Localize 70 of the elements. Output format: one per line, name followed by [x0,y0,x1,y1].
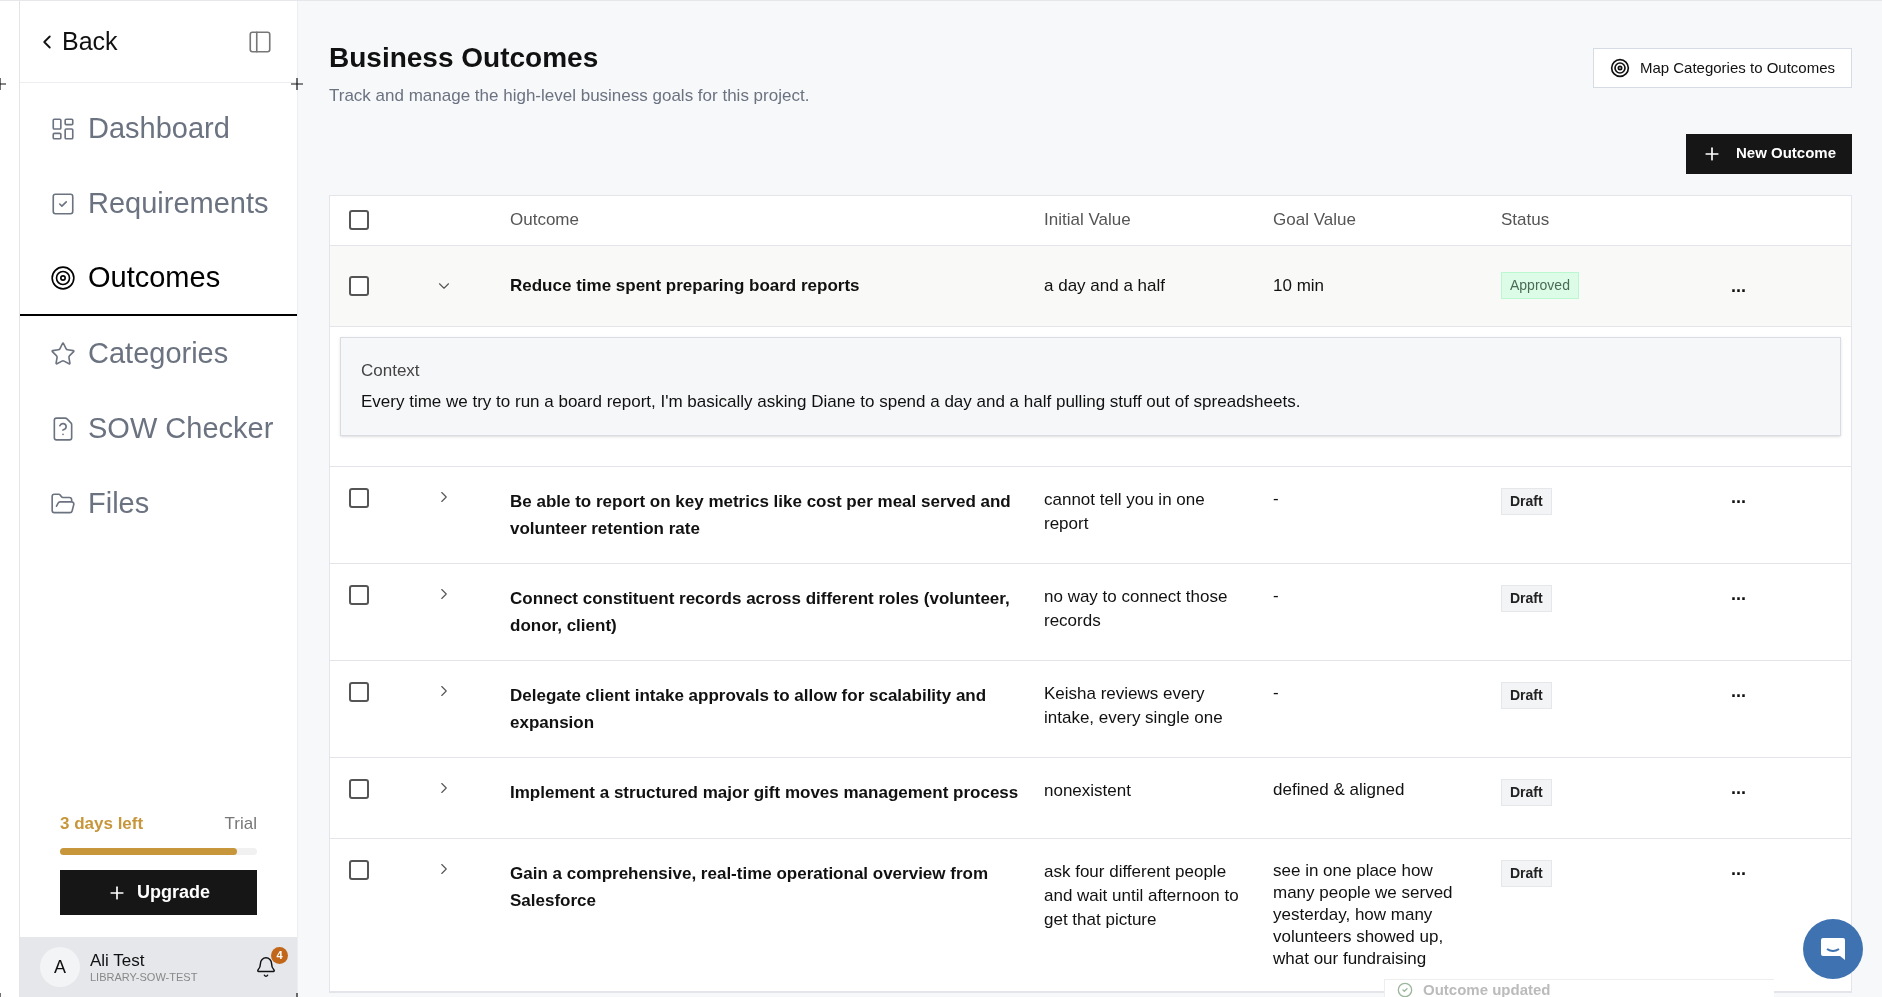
target-icon [1609,58,1630,78]
checkbox[interactable] [349,584,369,605]
map-categories-button[interactable]: Map Categories to Outcomes [1592,48,1852,88]
chat-bubble-icon [1819,935,1847,963]
user-name: Ali Test [90,949,146,971]
initial-value: a day and a half [1044,274,1166,297]
notification-badge: 4 [271,947,288,964]
upgrade-button[interactable]: Upgrade [60,870,257,915]
initial-value: no way to connect those records [1044,585,1229,632]
outcome-title: Delegate client intake approvals to allow for scalability and expansion [510,684,988,734]
plan-label: Trial [224,812,257,835]
outcome-title: Reduce time spent preparing board reports [510,275,861,297]
star-icon [50,340,76,367]
checkbox[interactable] [349,859,369,880]
outcome-title: Be able to report on key metrics like cost per meal served and volunteer retention rate [510,490,1012,540]
checkbox[interactable] [349,778,369,799]
user-org: LIBRARY-SOW-TEST [90,970,199,985]
initial-value: Keisha reviews every intake, every single one [1044,682,1224,729]
row-menu-button[interactable]: ... [1731,778,1746,797]
sidebar-toggle-icon[interactable] [247,28,273,55]
row-menu-button[interactable]: ... [1731,276,1746,295]
status-badge: Draft [1501,859,1552,887]
column-header: Goal Value [1273,209,1357,232]
column-header: Outcome [510,209,580,232]
page-subtitle: Track and manage the high-level business goals for this project. [329,85,810,107]
user-panel[interactable]: A Ali Test LIBRARY-SOW-TEST 4 [20,937,297,997]
target-icon [50,264,76,291]
goal-value: - [1273,681,1280,704]
trial-days-left: 3 days left [60,812,144,835]
status-badge: Approved [1501,272,1579,299]
column-header: Status [1501,209,1551,232]
checkbox[interactable] [349,681,369,702]
goal-value: see in one place how many people we served yesterday, how many volunteers showed up, what our fundraising [1273,859,1454,970]
back-link[interactable]: Back [36,22,118,61]
goal-value: - [1273,584,1280,607]
user-avatar: A [40,947,80,987]
nav-item[interactable]: SOW Checker [20,391,297,466]
context-text: Every time we try to run a board report, I'm basically asking Diane to spend a day and a half pulling stuff out of spreadsheets. [361,391,1302,413]
initial-value: cannot tell you in one report [1044,488,1206,535]
page-title: Business Outcomes [329,41,600,75]
checkbox[interactable] [349,275,369,296]
nav-item[interactable]: Dashboard [20,91,297,166]
status-badge: Draft [1501,487,1552,515]
outcome-title: Connect constituent records across different roles (volunteer, donor, client) [510,587,1011,637]
dashboard-icon [50,115,76,142]
context-label: Context [361,359,421,382]
status-badge: Draft [1501,681,1552,709]
nav-item[interactable]: Files [20,466,297,541]
initial-value: nonexistent [1044,779,1132,802]
row-menu-button[interactable]: ... [1731,859,1746,878]
goal-value: - [1273,487,1280,510]
column-header: Initial Value [1044,209,1132,232]
row-menu-button[interactable]: ... [1731,487,1746,506]
goal-value: 10 min [1273,274,1326,297]
initial-value: ask four different people and wait until afternoon to get that picture [1044,860,1240,931]
checkbox[interactable] [349,487,369,508]
new-outcome-button[interactable]: New Outcome [1685,133,1852,174]
bell-icon[interactable] [255,956,277,978]
nav-item[interactable]: Categories [20,316,297,391]
outcome-title: Gain a comprehensive, real-time operational overview from Salesforce [510,862,990,912]
status-badge: Draft [1501,584,1552,612]
row-menu-button[interactable]: ... [1731,681,1746,700]
checkbox[interactable] [349,210,369,230]
nav-item[interactable]: Outcomes [20,241,297,316]
nav-item[interactable]: Requirements [20,166,297,241]
status-badge: Draft [1501,778,1552,806]
outcome-title: Implement a structured major gift moves management process [510,781,1020,804]
row-menu-button[interactable]: ... [1731,584,1746,603]
checkbox-icon [50,190,76,217]
goal-value: defined & aligned [1273,778,1406,801]
